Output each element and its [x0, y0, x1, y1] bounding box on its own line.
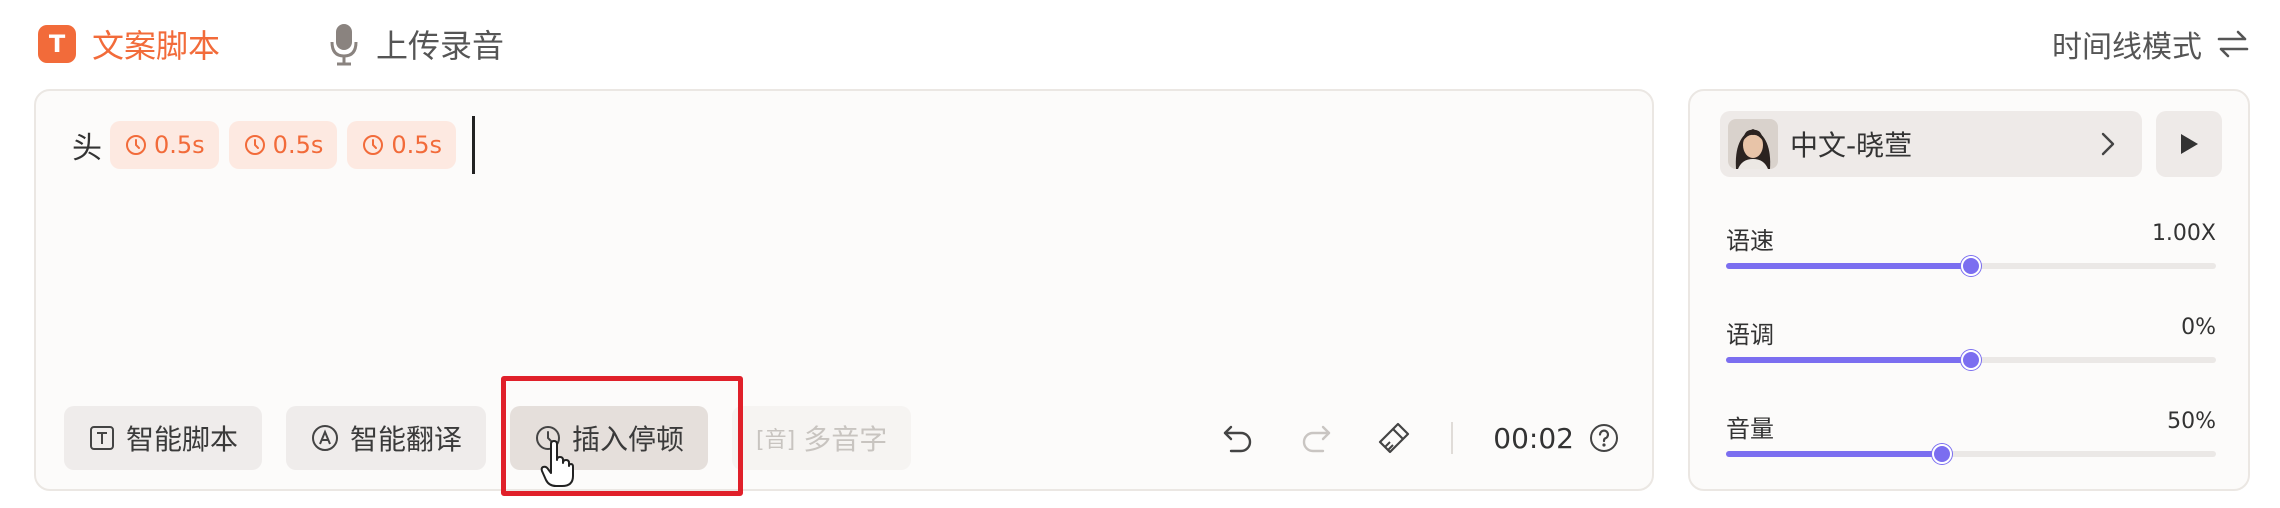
voice-selector[interactable]: 中文-晓萱: [1720, 111, 2142, 177]
speed-thumb[interactable]: [1961, 256, 1981, 276]
clock-icon: [244, 135, 265, 155]
tab-script-label: 文案脚本: [92, 27, 221, 65]
editor-toolbar: 智能脚本 智能翻译 插入停顿 [音] 多音字: [64, 406, 935, 470]
speed-value: 1.00X: [2151, 221, 2216, 246]
pause-duration: 0.5s: [154, 131, 205, 159]
play-button[interactable]: [2156, 111, 2222, 177]
editor-right-tools: 00:02: [1217, 406, 1650, 470]
volume-fill: [1726, 451, 1942, 457]
translate-icon: [312, 425, 339, 451]
help-icon[interactable]: [1588, 422, 1620, 454]
redo-icon[interactable]: [1295, 417, 1337, 459]
volume-thumb[interactable]: [1931, 444, 1952, 464]
pause-duration: 0.5s: [272, 131, 324, 159]
timeline-mode-label: 时间线模式: [2052, 30, 2202, 65]
pitch-thumb[interactable]: [1961, 350, 1981, 370]
chevron-right-icon: [2092, 129, 2122, 159]
polyphone-icon: [音]: [756, 428, 796, 453]
smart-script-button[interactable]: 智能脚本: [64, 406, 263, 470]
volume-value: 50%: [2167, 409, 2216, 434]
volume-track[interactable]: [1726, 444, 2216, 464]
pitch-label: 语调: [1726, 321, 1774, 349]
speed-fill: [1726, 263, 1971, 269]
smart-script-label: 智能脚本: [126, 423, 239, 456]
toolbar-divider: [1451, 422, 1454, 454]
smart-translate-button[interactable]: 智能翻译: [286, 406, 487, 470]
volume-label: 音量: [1726, 415, 1774, 443]
clock-icon: [126, 135, 146, 155]
play-icon: [2181, 134, 2198, 154]
smart-translate-label: 智能翻译: [350, 423, 463, 456]
voice-name: 中文-晓萱: [1790, 129, 1913, 162]
timeline-mode-switch[interactable]: 时间线模式: [2052, 18, 2252, 70]
script-text-line[interactable]: 头 0.5s 0.5s 0.5s: [72, 116, 476, 174]
undo-icon[interactable]: [1217, 417, 1259, 459]
audio-duration: 00:02: [1493, 421, 1574, 455]
script-tab-icon: T: [38, 25, 76, 63]
speed-track[interactable]: [1726, 256, 2216, 276]
microphone-icon: [326, 21, 362, 67]
insert-pause-label: 插入停顿: [572, 423, 685, 456]
voice-settings-panel: 中文-晓萱 语速 1.00X 语调 0% 音量 50%: [1688, 89, 2250, 491]
text-box-icon: [90, 426, 114, 450]
tab-upload-label: 上传录音: [376, 27, 505, 65]
clear-brush-icon[interactable]: [1373, 417, 1415, 459]
pause-marker[interactable]: 0.5s: [347, 121, 457, 169]
switch-arrows-icon: [2216, 29, 2252, 59]
tab-upload-recording[interactable]: 上传录音: [326, 18, 504, 70]
pitch-value: 0%: [2181, 315, 2216, 340]
tab-script[interactable]: T 文案脚本: [38, 18, 220, 70]
pause-duration: 0.5s: [391, 131, 443, 159]
voice-avatar: [1728, 119, 1778, 169]
polyphone-button[interactable]: [音] 多音字: [732, 406, 912, 470]
script-text: 头: [72, 131, 102, 166]
hand-cursor-icon: [540, 440, 574, 488]
polyphone-label: 多音字: [803, 423, 888, 456]
speed-label: 语速: [1726, 227, 1774, 255]
script-editor[interactable]: 头 0.5s 0.5s 0.5s 智能脚本 智能翻译 插入停顿 [音] 多音字 …: [34, 89, 1654, 491]
pitch-track[interactable]: [1726, 350, 2216, 370]
pitch-fill: [1726, 357, 1971, 363]
text-caret: [472, 116, 476, 174]
pause-marker[interactable]: 0.5s: [110, 121, 219, 169]
pause-marker[interactable]: 0.5s: [228, 121, 338, 169]
clock-icon: [363, 135, 384, 155]
